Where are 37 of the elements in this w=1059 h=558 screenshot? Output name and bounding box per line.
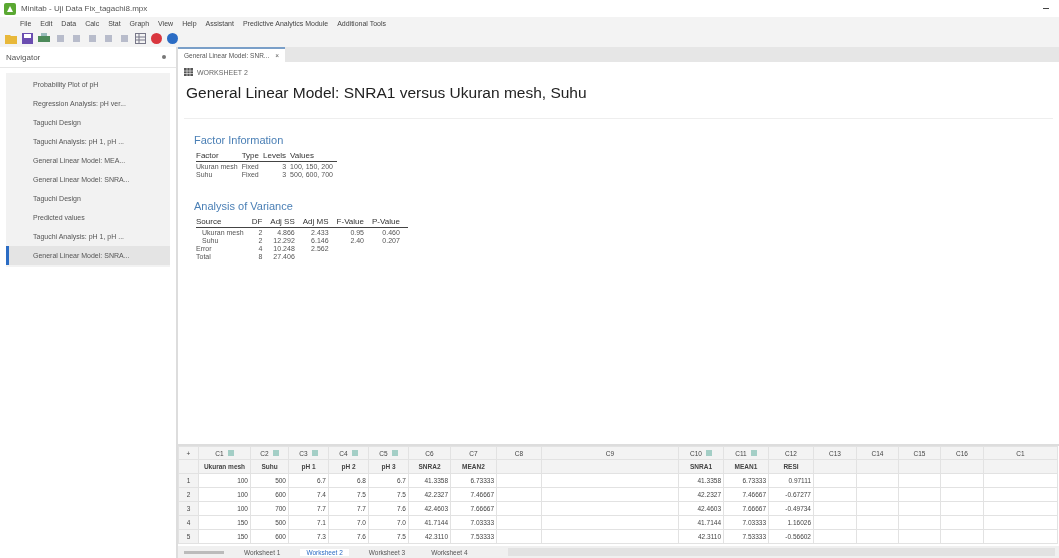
table-header: P-Value [372, 217, 400, 226]
table-header: Adj SS [270, 217, 295, 226]
table-header: Factor [196, 151, 219, 160]
column-marker-icon[interactable] [705, 449, 712, 456]
table-icon [184, 68, 193, 76]
column-marker-icon[interactable] [272, 449, 279, 456]
tool-icon[interactable] [71, 33, 82, 44]
table-header: F-Value [336, 217, 364, 226]
table-header: DF [251, 217, 263, 226]
cancel-icon[interactable] [151, 33, 162, 44]
print-icon[interactable] [38, 33, 50, 44]
tool-icon[interactable] [87, 33, 98, 44]
navigator-title: Navigator [6, 52, 41, 62]
save-icon[interactable] [22, 33, 33, 44]
column-marker-icon[interactable] [311, 449, 318, 456]
tool-icon[interactable] [55, 33, 66, 44]
sheet-navigation-icon[interactable] [184, 550, 224, 554]
column-marker-icon[interactable] [750, 449, 757, 456]
help-icon[interactable] [167, 33, 178, 44]
table-header: Adj MS [302, 217, 329, 226]
section-heading: Factor Information [194, 134, 285, 146]
output-title: General Linear Model: SNRA1 versus Ukuran mesh, Suhu [186, 84, 588, 102]
minimize-button[interactable] [1043, 8, 1049, 9]
folder-icon[interactable] [5, 33, 17, 44]
column-marker-icon[interactable] [351, 449, 358, 456]
table-header: Levels [263, 151, 287, 160]
tool-icon[interactable] [103, 33, 114, 44]
table-icon[interactable] [135, 33, 146, 44]
column-marker-icon[interactable] [227, 449, 234, 456]
window-title: Minitab - Uji Data Fix_tagachi8.mpx [21, 4, 149, 13]
section-heading: Analysis of Variance [194, 200, 294, 212]
column-marker-icon[interactable] [391, 449, 398, 456]
table-header: Source [196, 217, 222, 226]
tool-icon[interactable] [119, 33, 130, 44]
table-header: Values [290, 151, 314, 160]
table-header: Type [241, 151, 259, 160]
pin-icon[interactable] [162, 55, 166, 59]
